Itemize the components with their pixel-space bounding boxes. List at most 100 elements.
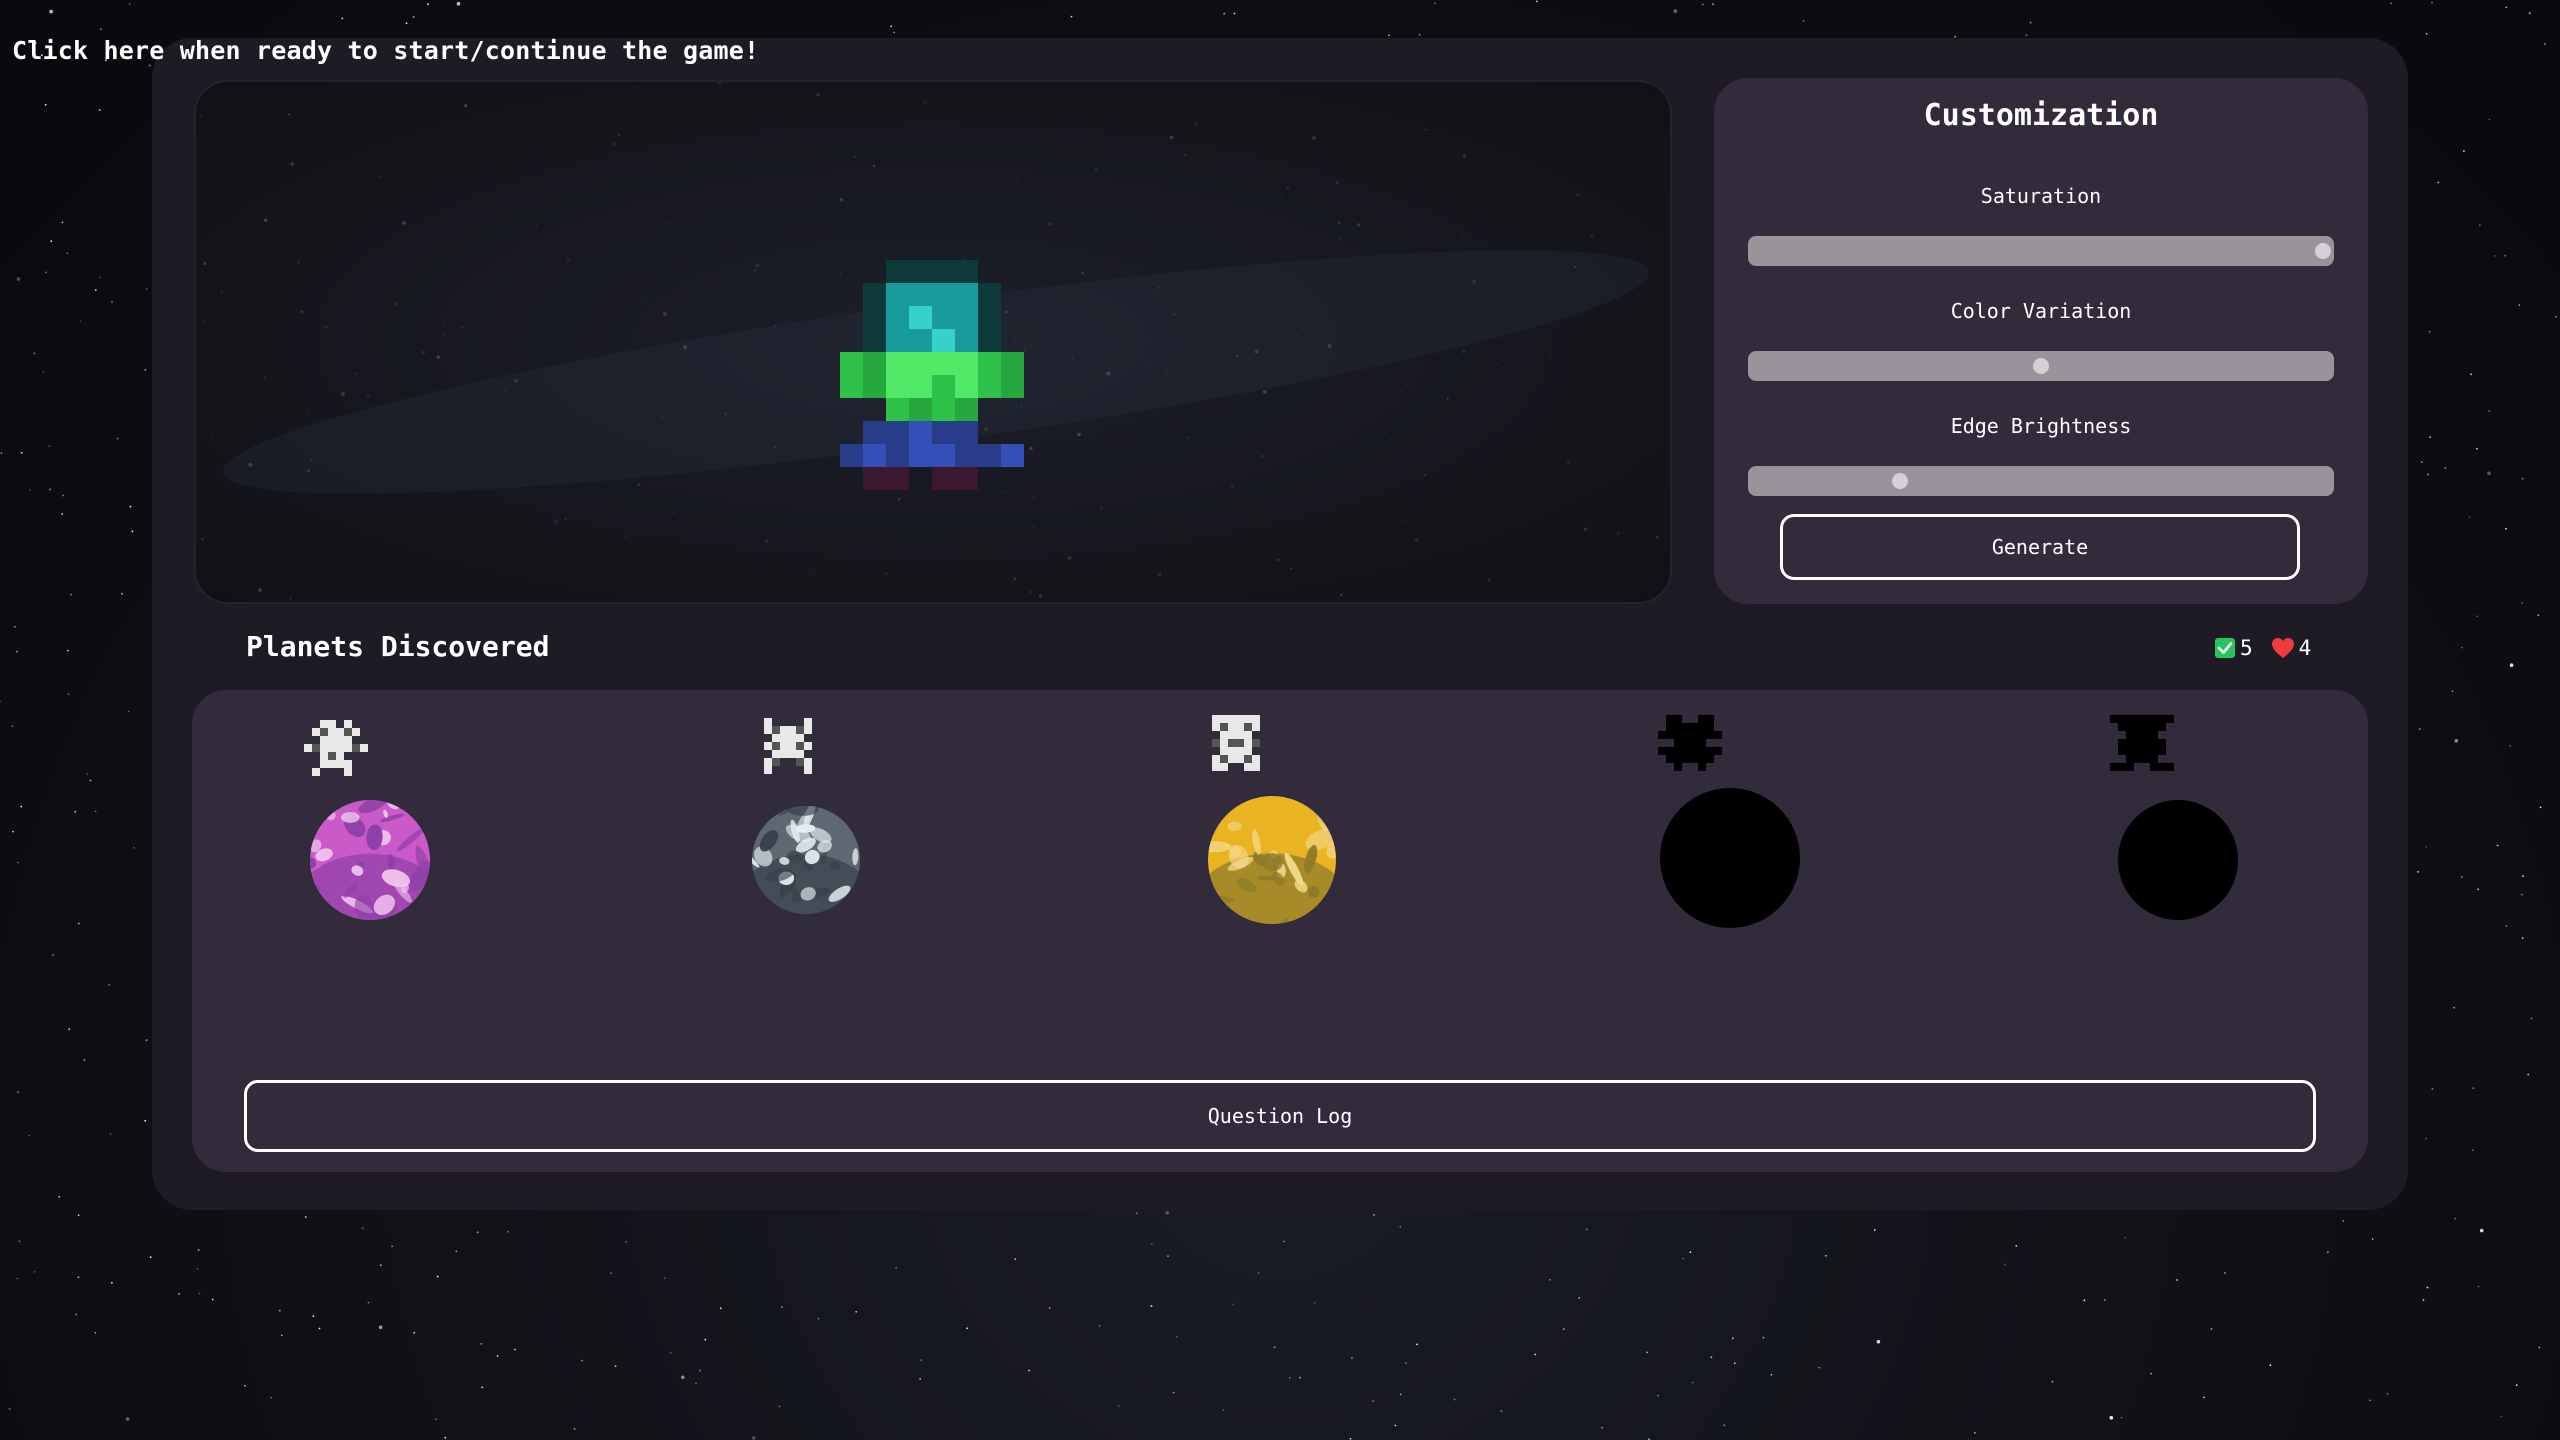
star <box>2496 844 2499 847</box>
star <box>68 1028 71 1031</box>
mini-alien-pixel <box>2126 763 2134 771</box>
mini-alien-pixel <box>328 720 336 728</box>
mini-alien-pixel <box>780 750 788 758</box>
color-variation-label: Color Variation <box>1950 299 2132 323</box>
star <box>1536 0 1538 3</box>
viewport-star <box>1184 154 1187 157</box>
mini-alien-pixel <box>2126 715 2134 723</box>
star <box>1388 34 1390 37</box>
mini-alien-pixel <box>1220 715 1228 723</box>
star <box>198 1292 201 1295</box>
star <box>89 779 92 782</box>
mini-alien-pixel <box>304 744 312 752</box>
star <box>1601 1426 1603 1429</box>
star <box>145 1039 148 1041</box>
star <box>1562 1328 1565 1330</box>
alien-pixel <box>886 467 909 490</box>
mini-alien-pixel <box>1698 755 1706 763</box>
alien-pixel <box>863 375 886 398</box>
viewport-star <box>1169 135 1174 140</box>
alien-silhouette-5 <box>2110 715 2174 771</box>
mini-alien-pixel <box>320 728 328 736</box>
planet-body <box>2118 800 2238 920</box>
star <box>2527 1073 2530 1076</box>
start-game-prompt[interactable]: Click here when ready to start/continue … <box>12 36 759 65</box>
question-log-button[interactable]: Question Log <box>244 1080 2316 1152</box>
star <box>895 1266 897 1269</box>
star <box>367 1301 370 1304</box>
star <box>2029 21 2032 24</box>
viewport-star <box>1402 521 1404 523</box>
alien-pixel <box>978 375 1001 398</box>
star <box>2515 1384 2518 1386</box>
star <box>664 1277 666 1280</box>
alien-pixel <box>955 444 978 467</box>
planet-slot-4[interactable] <box>1658 690 1858 950</box>
star <box>33 352 36 355</box>
mini-alien-pixel <box>1690 731 1698 739</box>
mini-alien-pixel <box>2110 763 2118 771</box>
saturation-slider[interactable] <box>1748 236 2334 266</box>
viewport-star <box>612 142 617 147</box>
viewport-star <box>297 261 300 264</box>
planet-slot-1[interactable] <box>288 690 488 950</box>
correct-count-value: 5 <box>2240 636 2253 660</box>
mini-alien-pixel <box>1244 739 1252 747</box>
mini-alien-pixel <box>1674 755 1682 763</box>
mini-alien-pixel <box>1706 723 1714 731</box>
viewport-star <box>637 483 641 486</box>
edge-brightness-slider-thumb[interactable] <box>1892 473 1908 489</box>
alien-sprite <box>840 260 1024 490</box>
star <box>581 1359 583 1362</box>
star <box>1585 1228 1588 1231</box>
viewport-star <box>442 333 446 336</box>
alien-pixel <box>932 283 955 306</box>
mini-alien-pixel <box>2166 763 2174 771</box>
mini-alien-pixel <box>1244 755 1252 763</box>
star <box>1657 1394 1660 1397</box>
color-variation-slider[interactable] <box>1748 351 2334 381</box>
generate-button[interactable]: Generate <box>1780 514 2300 580</box>
saturation-slider-thumb[interactable] <box>2315 243 2331 259</box>
planet-slot-2[interactable] <box>738 690 938 950</box>
mini-alien-pixel <box>328 752 336 760</box>
viewport-star <box>615 161 618 163</box>
mini-alien-pixel <box>1714 747 1722 755</box>
star <box>312 1315 315 1318</box>
star <box>2422 1299 2425 1301</box>
planet-slot-3[interactable] <box>1188 690 1388 950</box>
star <box>2269 1364 2272 1366</box>
mini-alien-pixel <box>1706 755 1714 763</box>
star <box>2521 893 2523 896</box>
star <box>2488 118 2491 121</box>
alien-pixel <box>932 421 955 444</box>
viewport-star <box>290 162 294 166</box>
star <box>1404 1362 1407 1365</box>
viewport-star <box>1260 454 1265 459</box>
viewport-star <box>672 512 674 514</box>
alien-pixel <box>1001 352 1024 375</box>
edge-brightness-slider[interactable] <box>1748 466 2334 496</box>
star <box>108 984 110 986</box>
alien-pixel <box>909 375 932 398</box>
star <box>116 437 119 440</box>
planet-slot-5[interactable] <box>2108 690 2308 950</box>
mini-alien-pixel <box>2134 755 2142 763</box>
mini-alien-pixel <box>2118 747 2126 755</box>
star <box>304 1216 307 1218</box>
mini-alien-pixel <box>2142 747 2150 755</box>
mini-alien-pixel <box>1682 755 1690 763</box>
star <box>42 370 45 373</box>
star <box>1288 1377 1291 1379</box>
mini-alien-pixel <box>764 758 772 766</box>
alien-pixel <box>909 329 932 352</box>
star <box>2454 1217 2457 1220</box>
mini-alien-pixel <box>320 752 328 760</box>
star <box>2537 614 2540 616</box>
color-variation-slider-thumb[interactable] <box>2033 358 2049 374</box>
star <box>1223 12 1226 15</box>
star <box>2426 1286 2429 1289</box>
mini-alien-pixel <box>764 726 772 734</box>
star <box>890 25 893 28</box>
star <box>2425 846 2428 848</box>
